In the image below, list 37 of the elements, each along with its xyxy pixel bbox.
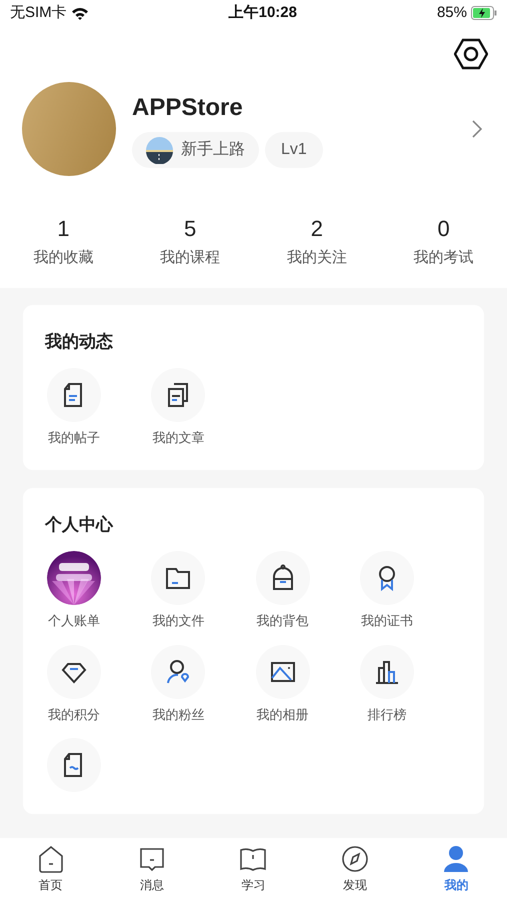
compass-icon — [340, 844, 370, 874]
stat-label[interactable]: 我的课程 — [160, 247, 220, 270]
item-label[interactable]: 我的帖子 — [48, 428, 100, 448]
item-label[interactable]: 排行榜 — [367, 704, 406, 724]
tab[interactable]: 学习 — [202, 844, 304, 900]
road-icon — [146, 136, 173, 164]
stat-count: 0 — [438, 215, 450, 243]
battery-icon — [470, 6, 497, 20]
item-label[interactable]: 我的粉丝 — [152, 704, 204, 724]
tab[interactable]: 我的 — [406, 844, 507, 900]
section-title: 个人中心 — [45, 514, 114, 536]
battery-text: 85% — [436, 2, 467, 23]
stat-label[interactable]: 我的考试 — [414, 247, 474, 270]
tab[interactable]: 发现 — [304, 844, 406, 900]
rank-badge: 新手上路 — [132, 132, 259, 168]
stat-label[interactable]: 我的关注 — [286, 247, 347, 270]
item-label[interactable]: 我的背包 — [256, 611, 308, 630]
chevron-right-icon[interactable] — [471, 119, 483, 139]
clock-text: 上午10:28 — [228, 2, 297, 23]
level-badge: Lv1 — [265, 132, 323, 168]
item-label[interactable]: 我的积分 — [48, 704, 100, 724]
item-label[interactable]: 我的文章 — [152, 428, 204, 448]
stat-count: 5 — [184, 215, 196, 243]
stat-count: 2 — [310, 215, 323, 243]
tab[interactable]: 消息 — [101, 844, 203, 900]
carrier-text: 无SIM卡 — [10, 2, 67, 23]
settings-button[interactable] — [454, 38, 488, 70]
item-label[interactable]: 我的文件 — [152, 611, 204, 630]
tab[interactable]: 首页 — [0, 844, 102, 900]
item-label[interactable]: 我的证书 — [360, 611, 413, 630]
stat-count: 1 — [57, 215, 70, 243]
user-name: APPStore — [132, 93, 244, 123]
item-label[interactable]: 我的相册 — [256, 704, 308, 724]
item-label[interactable]: 个人账单 — [48, 611, 100, 630]
section-title: 我的动态 — [45, 330, 114, 352]
wifi-icon — [70, 6, 89, 20]
stat-label[interactable]: 我的收藏 — [33, 247, 94, 270]
